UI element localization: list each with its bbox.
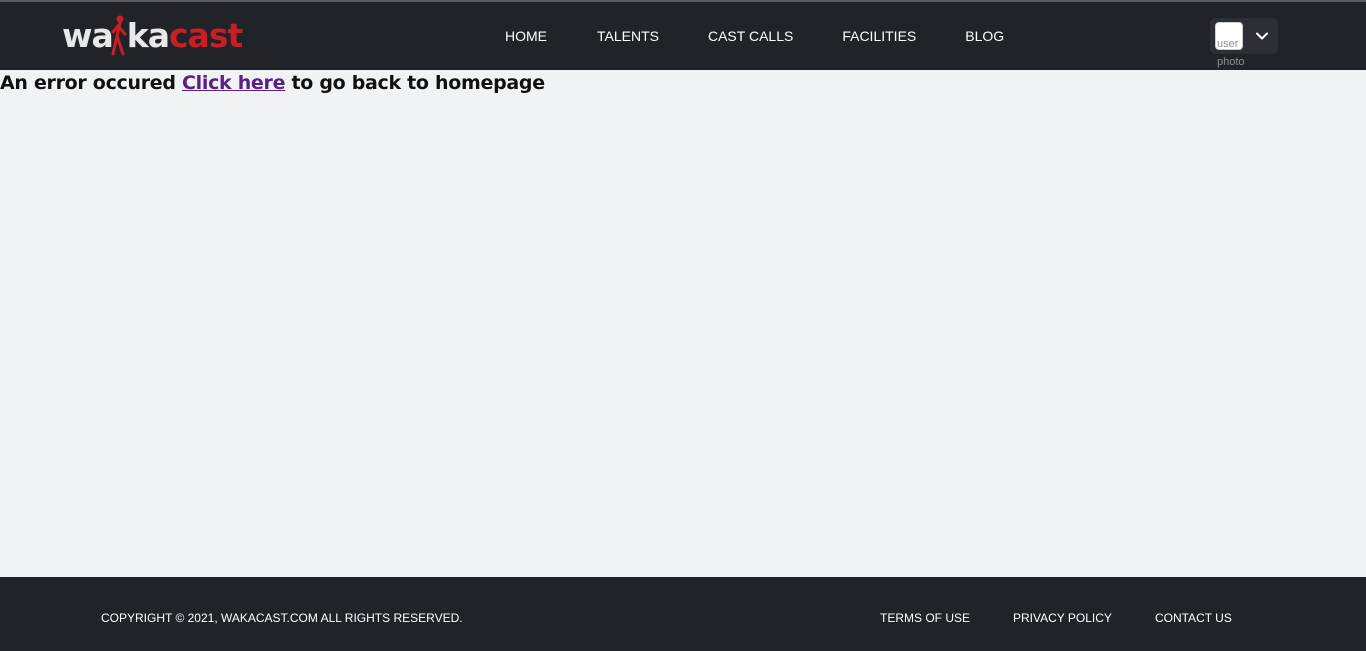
footer-link-privacy[interactable]: PRIVACY POLICY bbox=[1013, 611, 1112, 625]
error-suffix: to go back to homepage bbox=[291, 72, 546, 94]
avatar-alt-text-overflow: photo bbox=[1217, 56, 1245, 68]
nav-blog[interactable]: BLOG bbox=[965, 28, 1004, 44]
homepage-link[interactable]: Click here bbox=[182, 72, 285, 94]
copyright-text: COPYRIGHT © 2021, WAKACAST.COM ALL RIGHT… bbox=[101, 611, 463, 625]
error-message: An error occured Click here to go back t… bbox=[0, 72, 545, 94]
footer-link-terms[interactable]: TERMS OF USE bbox=[880, 611, 970, 625]
logo-text-ka: ka bbox=[126, 15, 170, 55]
logo-text-cast: cast bbox=[168, 15, 243, 55]
footer-links: TERMS OF USE PRIVACY POLICY CONTACT US bbox=[880, 611, 1232, 625]
chevron-down-icon[interactable] bbox=[1254, 28, 1270, 44]
error-prefix: An error occured bbox=[0, 72, 176, 94]
avatar[interactable]: user bbox=[1215, 22, 1243, 50]
nav-facilities[interactable]: FACILITIES bbox=[842, 28, 916, 44]
site-header: wa ka cast HOME TALENTS CAST CALLS FACIL… bbox=[0, 2, 1366, 70]
footer-link-contact[interactable]: CONTACT US bbox=[1155, 611, 1232, 625]
wakacast-logo[interactable]: wa ka cast bbox=[62, 12, 243, 58]
main-content: An error occured Click here to go back t… bbox=[0, 70, 1366, 577]
site-footer: COPYRIGHT © 2021, WAKACAST.COM ALL RIGHT… bbox=[0, 577, 1366, 651]
user-menu-toggle[interactable]: user bbox=[1210, 18, 1278, 54]
nav-cast-calls[interactable]: CAST CALLS bbox=[708, 28, 793, 44]
nav-talents[interactable]: TALENTS bbox=[597, 28, 659, 44]
avatar-alt-text: user bbox=[1217, 38, 1239, 50]
logo-text-wa: wa bbox=[62, 15, 114, 55]
main-nav: HOME TALENTS CAST CALLS FACILITIES BLOG bbox=[505, 2, 1004, 70]
nav-home[interactable]: HOME bbox=[505, 28, 547, 44]
